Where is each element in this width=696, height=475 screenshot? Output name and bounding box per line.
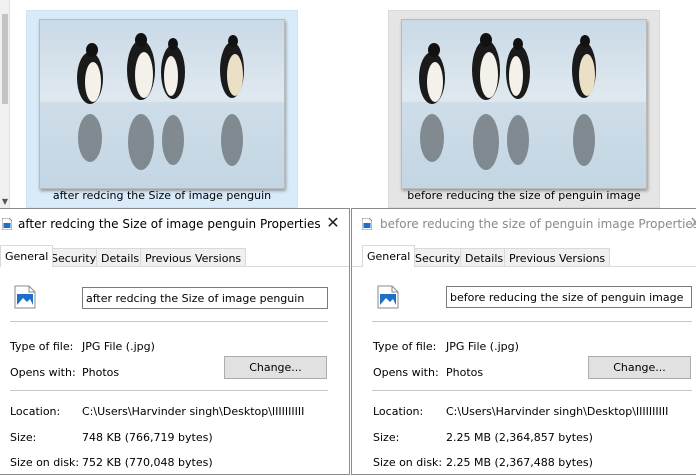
image-file-icon [2, 218, 12, 230]
tab-details[interactable]: Details [460, 248, 509, 267]
separator [372, 321, 692, 322]
location-value: C:\Users\Harvinder singh\Desktop\IIIIIII… [446, 405, 669, 418]
size-label: Size: [10, 431, 37, 444]
penguin-image [40, 20, 284, 188]
file-caption: after redcing the Size of image penguin [52, 189, 272, 202]
size-label: Size: [373, 431, 400, 444]
file-item-after[interactable]: after redcing the Size of image penguin [26, 10, 298, 208]
size-on-disk-value: 2.25 MB (2,367,488 bytes) [446, 456, 593, 469]
tab-general[interactable]: General [362, 245, 416, 267]
dialog-title: before reducing the size of penguin imag… [380, 217, 696, 231]
file-name-input[interactable]: before reducing the size of penguin imag… [446, 286, 692, 308]
change-button[interactable]: Change... [224, 356, 327, 379]
tab-details[interactable]: Details [96, 248, 145, 267]
change-button[interactable]: Change... [588, 356, 691, 379]
opens-with-label: Opens with: [10, 366, 76, 379]
close-icon[interactable]: ✕ [325, 215, 341, 231]
scrollbar-thumb[interactable] [2, 14, 8, 104]
tab-general[interactable]: General [0, 245, 54, 267]
tab-security[interactable]: Security [46, 248, 102, 267]
size-on-disk-value: 752 KB (770,048 bytes) [82, 456, 213, 469]
chevron-down-icon[interactable]: ▼ [1, 198, 9, 206]
tab-previous-versions[interactable]: Previous Versions [504, 248, 611, 267]
penguin-thumbnail [401, 19, 647, 189]
general-panel: before reducing the size of penguin imag… [352, 267, 696, 474]
type-of-file-label: Type of file: [373, 340, 437, 353]
image-file-icon [14, 285, 36, 309]
tab-previous-versions[interactable]: Previous Versions [140, 248, 247, 267]
size-value: 2.25 MB (2,364,857 bytes) [446, 431, 593, 444]
opens-with-label: Opens with: [373, 366, 439, 379]
size-on-disk-label: Size on disk: [10, 456, 80, 469]
penguin-image [402, 20, 646, 188]
screen: ▼ after redcing the Size of image pengui… [0, 0, 696, 475]
file-name-input[interactable]: after redcing the Size of image penguin [82, 287, 328, 309]
properties-dialog-after: after redcing the Size of image penguin … [0, 208, 350, 475]
dialog-title: after redcing the Size of image penguin … [18, 217, 321, 231]
size-value: 748 KB (766,719 bytes) [82, 431, 213, 444]
type-of-file-label: Type of file: [10, 340, 74, 353]
penguin-thumbnail [39, 19, 285, 189]
file-item-before[interactable]: before reducing the size of penguin imag… [388, 10, 660, 208]
location-value: C:\Users\Harvinder singh\Desktop\IIIIIII… [82, 405, 305, 418]
explorer-scrollbar[interactable]: ▼ [0, 0, 10, 210]
close-icon[interactable]: ✕ [688, 215, 696, 231]
image-file-icon [377, 285, 399, 309]
separator [372, 390, 692, 391]
file-caption: before reducing the size of penguin imag… [407, 189, 641, 202]
general-panel: after redcing the Size of image penguin … [0, 267, 349, 474]
opens-with-value: Photos [446, 366, 484, 379]
tab-strip: General Security Details Previous Versio… [0, 245, 349, 267]
properties-dialog-before: before reducing the size of penguin imag… [351, 208, 696, 475]
location-label: Location: [10, 405, 61, 418]
type-of-file-value: JPG File (.jpg) [446, 340, 519, 353]
dialog-titlebar[interactable]: after redcing the Size of image penguin … [0, 209, 349, 239]
opens-with-value: Photos [82, 366, 120, 379]
separator [10, 321, 328, 322]
location-label: Location: [373, 405, 424, 418]
dialog-titlebar[interactable]: before reducing the size of penguin imag… [352, 209, 696, 239]
tab-security[interactable]: Security [410, 248, 466, 267]
image-file-icon [362, 218, 372, 230]
size-on-disk-label: Size on disk: [373, 456, 443, 469]
type-of-file-value: JPG File (.jpg) [82, 340, 155, 353]
separator [10, 390, 328, 391]
tab-strip: General Security Details Previous Versio… [352, 245, 696, 267]
